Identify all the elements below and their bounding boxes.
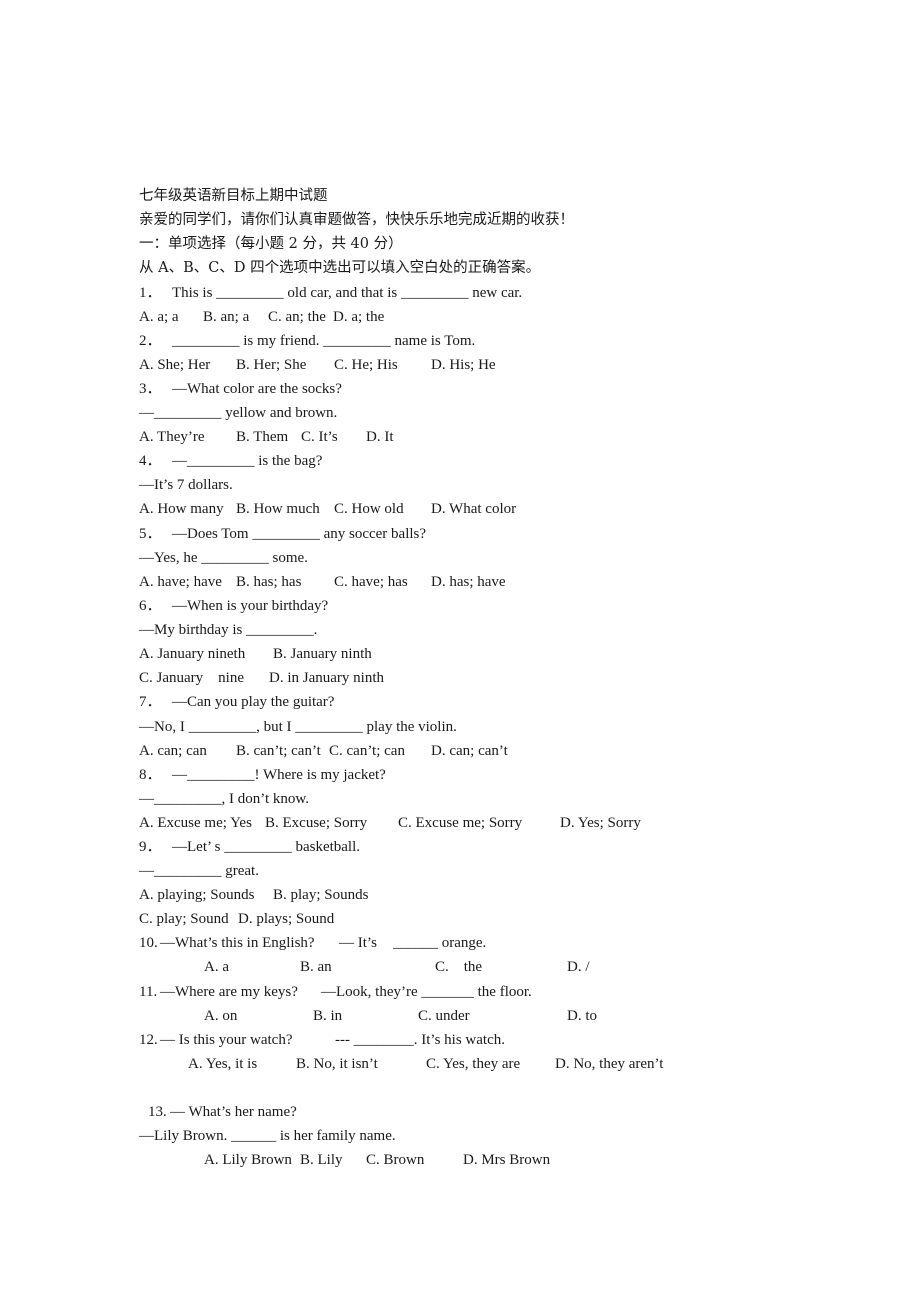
- option-a: A. have; have: [139, 574, 222, 590]
- option-b: B. in: [313, 1008, 343, 1024]
- option-a: A. She; Her: [139, 357, 211, 373]
- question-number: 13.: [148, 1104, 167, 1120]
- question-text: — Is this your watch?: [160, 1032, 293, 1048]
- question-text: —It’s 7 dollars.: [139, 477, 233, 493]
- option-a: A. They’re: [139, 429, 205, 445]
- option-d: D. can; can’t: [431, 743, 508, 759]
- option-b: B. Excuse; Sorry: [265, 815, 368, 831]
- question-text: —Can you play the guitar?: [172, 694, 335, 710]
- question-number: 1．: [139, 285, 162, 301]
- question-text: This is _________ old car, and that is _…: [172, 285, 523, 301]
- option-c: C. Excuse me; Sorry: [398, 815, 523, 831]
- question-text: ______ orange.: [393, 935, 487, 951]
- option-b: B. play; Sounds: [273, 887, 369, 903]
- option-a: A. Lily Brown: [204, 1152, 292, 1168]
- option-d: D. a; the: [333, 309, 385, 325]
- option-c: C. under: [418, 1008, 470, 1024]
- question-text: —Look, they’re _______ the floor.: [321, 984, 532, 1000]
- question-text: —When is your birthday?: [172, 598, 329, 614]
- question-text: —_________ is the bag?: [172, 453, 323, 469]
- question-number: 7．: [139, 694, 162, 710]
- option-b: B. January ninth: [273, 646, 372, 662]
- option-b: B. How much: [236, 501, 320, 517]
- question-text: —Where are my keys?: [160, 984, 298, 1000]
- question-text: —Lily Brown. ______ is her family name.: [139, 1128, 396, 1144]
- option-d: D. /: [567, 959, 590, 975]
- question-number: 10.: [139, 935, 158, 951]
- question-text: —What’s this in English?: [160, 935, 315, 951]
- option-d: D. Yes; Sorry: [560, 815, 641, 831]
- question-text: —My birthday is _________.: [139, 622, 318, 638]
- option-a: A. can; can: [139, 743, 207, 759]
- option-c: C. have; has: [334, 574, 408, 590]
- option-b: B. has; has: [236, 574, 302, 590]
- option-a: A. a; a: [139, 309, 179, 325]
- option-b: B. Lily: [300, 1152, 343, 1168]
- question-text: —No, I _________, but I _________ play t…: [139, 719, 457, 735]
- option-a: A. January nineth: [139, 646, 246, 662]
- question-text: --- ________. It’s his watch.: [335, 1032, 505, 1048]
- question-text: — It’s: [339, 935, 377, 951]
- option-c: C. It’s: [301, 429, 338, 445]
- option-d: D. plays; Sound: [238, 911, 335, 927]
- option-c: C. He; His: [334, 357, 398, 373]
- greeting-text: 亲爱的同学们，请你们认真审题做答，快快乐乐地完成近期的收获！: [139, 212, 574, 228]
- option-c: C. January nine: [139, 670, 244, 686]
- option-b: B. can’t; can’t: [236, 743, 321, 759]
- exam-page: 七年级英语新目标上期中试题 亲爱的同学们，请你们认真审题做答，快快乐乐地完成近期…: [0, 0, 920, 1302]
- option-d: D. No, they aren’t: [555, 1056, 664, 1072]
- question-number: 4．: [139, 453, 162, 469]
- question-text: —Yes, he _________ some.: [139, 550, 308, 566]
- question-text: — What’s her name?: [170, 1104, 297, 1120]
- option-a: A. a: [204, 959, 229, 975]
- question-13-options: A. Lily Brown B. Lily C. Brown D. Mrs Br…: [139, 1151, 550, 1259]
- question-text: —What color are the socks?: [172, 381, 342, 397]
- question-text: —Does Tom _________ any soccer balls?: [172, 526, 427, 542]
- question-number: 2．: [139, 333, 162, 349]
- option-b: B. an: [300, 959, 332, 975]
- question-number: 5．: [139, 526, 162, 542]
- question-number: 12.: [139, 1032, 158, 1048]
- option-c: C. play; Sound: [139, 911, 229, 927]
- option-d: D. has; have: [431, 574, 506, 590]
- question-text: —_________ great.: [139, 863, 259, 879]
- option-d: D. His; He: [431, 357, 496, 373]
- question-number: 11.: [139, 984, 158, 1000]
- question-text: —_________! Where is my jacket?: [172, 767, 386, 783]
- option-b: B. Them: [236, 429, 289, 445]
- section-instruction: 从 A、B、C、D 四个选项中选出可以填入空白处的正确答案。: [139, 260, 541, 276]
- option-a: A. playing; Sounds: [139, 887, 255, 903]
- option-c: C. How old: [334, 501, 404, 517]
- question-number: 3．: [139, 381, 162, 397]
- option-d: D. Mrs Brown: [463, 1152, 551, 1168]
- option-b: B. No, it isn’t: [296, 1056, 378, 1072]
- option-d: D. It: [366, 429, 394, 445]
- question-number: 9．: [139, 839, 162, 855]
- option-b: B. Her; She: [236, 357, 307, 373]
- question-text: _________ is my friend. _________ name i…: [172, 333, 476, 349]
- option-a: A. on: [204, 1008, 238, 1024]
- option-c: C. Yes, they are: [426, 1056, 521, 1072]
- section-heading: 一：单项选择（每小题 2 分，共 40 分）: [139, 236, 403, 252]
- option-c: C. the: [435, 959, 483, 975]
- question-text: —_________ yellow and brown.: [139, 405, 338, 421]
- option-c: C. can’t; can: [329, 743, 405, 759]
- option-a: A. Yes, it is: [188, 1056, 258, 1072]
- question-text: —Let’ s _________ basketball.: [172, 839, 361, 855]
- option-a: A. How many: [139, 501, 224, 517]
- question-text: —_________, I don’t know.: [139, 791, 309, 807]
- question-number: 8．: [139, 767, 162, 783]
- option-c: C. Brown: [366, 1152, 425, 1168]
- exam-title: 七年级英语新目标上期中试题: [139, 188, 328, 204]
- option-a: A. Excuse me; Yes: [139, 815, 252, 831]
- option-b: B. an; a: [203, 309, 250, 325]
- option-d: D. in January ninth: [269, 670, 384, 686]
- option-d: D. to: [567, 1008, 597, 1024]
- question-number: 6．: [139, 598, 162, 614]
- option-d: D. What color: [431, 501, 517, 517]
- option-c: C. an; the: [268, 309, 326, 325]
